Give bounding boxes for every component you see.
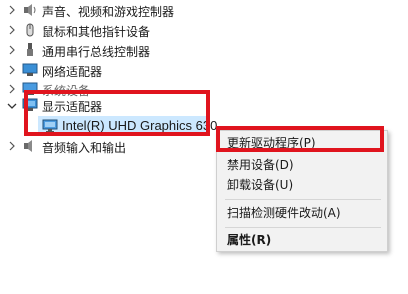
- tree-item-label: 网络适配器: [42, 65, 103, 79]
- menu-item-uninstall-device[interactable]: 卸载设备(U): [227, 175, 293, 195]
- menu-item-properties[interactable]: 属性(R): [227, 230, 271, 250]
- chevron-right-icon[interactable]: [6, 64, 18, 76]
- tree-item-network[interactable]: 网络适配器: [0, 60, 300, 80]
- menu-separator: [225, 199, 381, 200]
- mouse-icon: [22, 23, 38, 37]
- menu-item-scan-hardware[interactable]: 扫描检测硬件改动(A): [227, 203, 341, 223]
- highlight-box-display-adapters: [24, 90, 210, 136]
- chevron-down-icon[interactable]: [6, 100, 18, 112]
- menu-separator: [225, 227, 381, 228]
- chevron-right-icon[interactable]: [6, 140, 18, 152]
- menu-item-disable-device[interactable]: 禁用设备(D): [227, 155, 294, 175]
- tree-item-label: 鼠标和其他指针设备: [42, 25, 151, 39]
- tree-item-label: 音频输入和输出: [42, 141, 127, 155]
- audio-io-icon: [22, 139, 38, 153]
- highlight-box-update-driver: [216, 126, 384, 152]
- speaker-icon: [22, 3, 38, 17]
- tree-item-sound-video[interactable]: 声音、视频和游戏控制器: [0, 0, 300, 20]
- tree-item-label: 声音、视频和游戏控制器: [42, 5, 175, 19]
- usb-icon: [22, 43, 38, 57]
- tree-item-label: 通用串行总线控制器: [42, 45, 151, 59]
- chevron-right-icon[interactable]: [6, 44, 18, 56]
- chevron-right-icon[interactable]: [6, 24, 18, 36]
- network-adapter-icon: [22, 63, 38, 77]
- tree-item-usb[interactable]: 通用串行总线控制器: [0, 40, 300, 60]
- tree-item-audio-io[interactable]: 音频输入和输出: [0, 136, 216, 156]
- chevron-right-icon[interactable]: [6, 4, 18, 16]
- tree-item-mouse[interactable]: 鼠标和其他指针设备: [0, 20, 300, 40]
